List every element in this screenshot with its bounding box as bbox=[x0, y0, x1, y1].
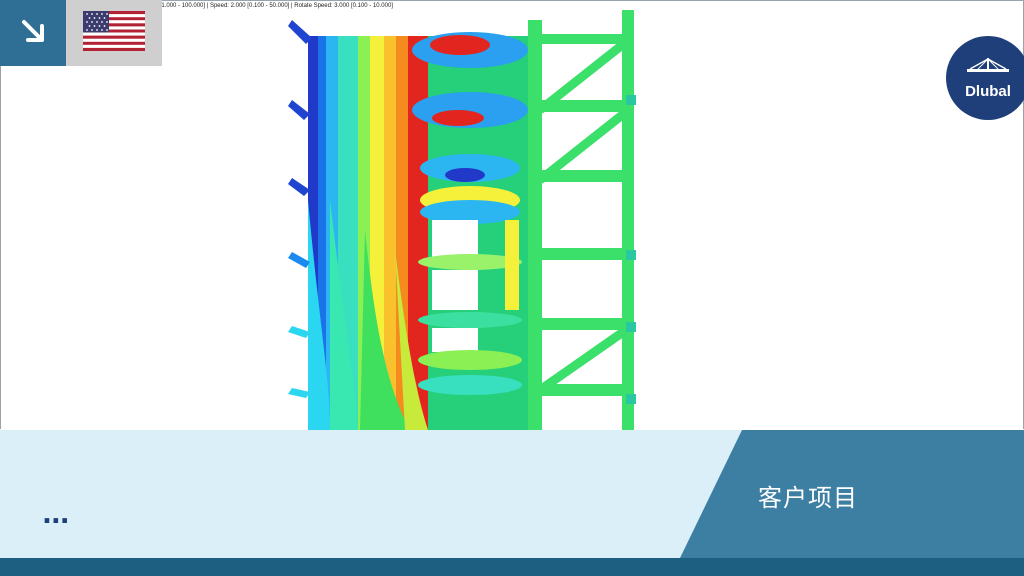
structure-model-view[interactable] bbox=[280, 0, 650, 430]
dlubal-logo[interactable]: Dlubal bbox=[946, 36, 1024, 120]
more-options-button[interactable]: ... bbox=[42, 500, 70, 530]
navigate-arrow-button[interactable] bbox=[0, 0, 66, 66]
footer-bar bbox=[0, 558, 1024, 576]
logo-text: Dlubal bbox=[965, 83, 1011, 100]
dlubal-bridge-icon bbox=[965, 56, 1011, 81]
language-selector[interactable] bbox=[66, 0, 162, 66]
title-banner-shape bbox=[680, 430, 1024, 558]
page-title: 客户项目 bbox=[758, 484, 858, 512]
us-flag-icon bbox=[83, 10, 145, 56]
arrow-down-right-icon bbox=[18, 16, 48, 51]
